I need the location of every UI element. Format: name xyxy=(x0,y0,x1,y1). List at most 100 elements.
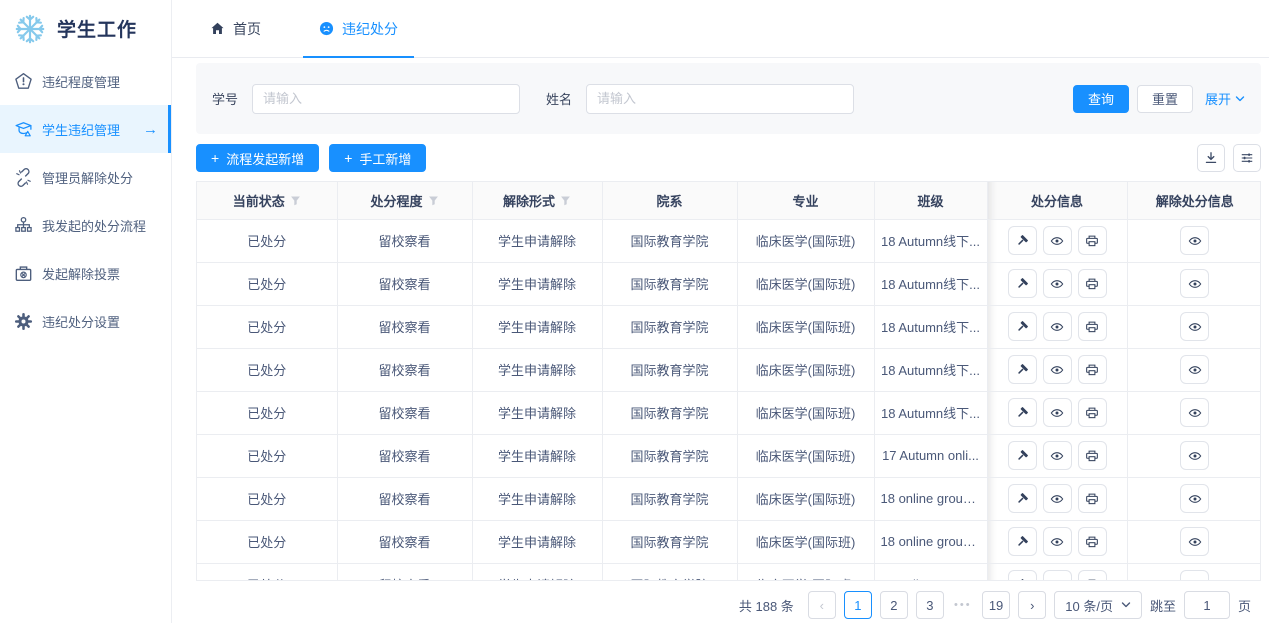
page-ellipsis[interactable]: ••• xyxy=(952,599,974,611)
cell-release-form: 学生申请解除 xyxy=(472,219,602,262)
punish-print-button[interactable] xyxy=(1078,226,1107,255)
next-page-button[interactable]: › xyxy=(1018,591,1046,619)
column-header-release-form[interactable]: 解除形式 xyxy=(472,182,602,219)
gavel-icon xyxy=(1015,578,1029,582)
printer-icon xyxy=(1085,234,1099,248)
cell-degree: 留校察看 xyxy=(337,520,472,563)
tab-home[interactable]: 首页 xyxy=(194,0,277,57)
sidebar-item-admin-release[interactable]: 管理员解除处分 xyxy=(0,153,171,201)
sidebar-item-label: 管理员解除处分 xyxy=(42,168,133,187)
cell-punish-actions xyxy=(987,219,1127,262)
column-header-class: 班级 xyxy=(874,182,987,219)
export-download-button[interactable] xyxy=(1197,144,1225,172)
gavel-icon xyxy=(1015,363,1029,377)
gavel-icon xyxy=(1015,277,1029,291)
student-id-input[interactable] xyxy=(252,84,520,114)
filter-funnel-icon[interactable] xyxy=(290,195,301,206)
printer-icon xyxy=(1085,492,1099,506)
table-row: 已处分 留校察看 学生申请解除 国际教育学院 临床医学(国际班) 18 Autu… xyxy=(197,262,1261,305)
sidebar-item-punishment-settings[interactable]: 违纪处分设置 xyxy=(0,297,171,345)
jump-page-input[interactable] xyxy=(1184,591,1230,619)
punish-view-button[interactable] xyxy=(1043,355,1072,384)
filter-funnel-icon[interactable] xyxy=(560,195,571,206)
manual-add-button[interactable]: + 手工新增 xyxy=(329,144,426,172)
gavel-icon xyxy=(1015,406,1029,420)
sidebar-item-violation-degree[interactable]: 违纪程度管理 xyxy=(0,57,171,105)
cell-status: 已处分 xyxy=(197,348,337,391)
punish-print-button[interactable] xyxy=(1078,527,1107,556)
violation-face-icon xyxy=(319,21,334,36)
column-label: 当前状态 xyxy=(233,191,285,210)
punish-view-button[interactable] xyxy=(1043,484,1072,513)
column-settings-button[interactable] xyxy=(1233,144,1261,172)
punish-gavel-button[interactable] xyxy=(1008,355,1037,384)
punish-view-button[interactable] xyxy=(1043,312,1072,341)
cell-class: 18 online group 1 xyxy=(874,563,987,581)
cell-class: 18 Autumn线下... xyxy=(874,262,987,305)
prev-page-button[interactable]: ‹ xyxy=(808,591,836,619)
punish-print-button[interactable] xyxy=(1078,484,1107,513)
column-header-degree[interactable]: 处分程度 xyxy=(337,182,472,219)
release-view-button[interactable] xyxy=(1180,527,1209,556)
search-button[interactable]: 查询 xyxy=(1073,85,1129,113)
punish-print-button[interactable] xyxy=(1078,269,1107,298)
release-view-button[interactable] xyxy=(1180,312,1209,341)
page-button-2[interactable]: 2 xyxy=(880,591,908,619)
page-button-19[interactable]: 19 xyxy=(982,591,1010,619)
cell-release-actions xyxy=(1127,219,1261,262)
flow-add-button[interactable]: + 流程发起新增 xyxy=(196,144,319,172)
release-view-button[interactable] xyxy=(1180,269,1209,298)
punish-gavel-button[interactable] xyxy=(1008,570,1037,581)
release-view-button[interactable] xyxy=(1180,484,1209,513)
punish-view-button[interactable] xyxy=(1043,570,1072,581)
sidebar-item-label: 我发起的处分流程 xyxy=(42,216,146,235)
punish-print-button[interactable] xyxy=(1078,441,1107,470)
punish-gavel-button[interactable] xyxy=(1008,312,1037,341)
table-header-row: 当前状态 处分程度 解除形式 院系 xyxy=(197,182,1261,219)
sidebar-item-my-flows[interactable]: 我发起的处分流程 xyxy=(0,201,171,249)
page-button-3[interactable]: 3 xyxy=(916,591,944,619)
cell-punish-actions xyxy=(987,434,1127,477)
punish-view-button[interactable] xyxy=(1043,527,1072,556)
punish-print-button[interactable] xyxy=(1078,570,1107,581)
punish-view-button[interactable] xyxy=(1043,441,1072,470)
reset-button[interactable]: 重置 xyxy=(1137,85,1193,113)
release-view-button[interactable] xyxy=(1180,441,1209,470)
punish-gavel-button[interactable] xyxy=(1008,226,1037,255)
cell-department: 国际教育学院 xyxy=(602,520,737,563)
jump-to-label: 跳至 xyxy=(1150,596,1176,615)
sidebar-item-release-vote[interactable]: 发起解除投票 xyxy=(0,249,171,297)
filter-funnel-icon[interactable] xyxy=(428,195,439,206)
punish-print-button[interactable] xyxy=(1078,398,1107,427)
punish-print-button[interactable] xyxy=(1078,355,1107,384)
sidebar-item-label: 学生违纪管理 xyxy=(42,120,120,139)
cell-major: 临床医学(国际班) xyxy=(737,305,874,348)
punish-view-button[interactable] xyxy=(1043,226,1072,255)
name-input[interactable] xyxy=(586,84,854,114)
release-view-button[interactable] xyxy=(1180,570,1209,581)
expand-toggle[interactable]: 展开 xyxy=(1205,89,1245,108)
page-button-1[interactable]: 1 xyxy=(844,591,872,619)
punish-print-button[interactable] xyxy=(1078,312,1107,341)
cell-major: 临床医学(国际班) xyxy=(737,434,874,477)
punish-gavel-button[interactable] xyxy=(1008,527,1037,556)
punish-view-button[interactable] xyxy=(1043,398,1072,427)
sidebar-item-student-violation[interactable]: 学生违纪管理 → xyxy=(0,105,171,153)
punish-gavel-button[interactable] xyxy=(1008,484,1037,513)
column-label: 解除形式 xyxy=(503,191,555,210)
column-header-status[interactable]: 当前状态 xyxy=(197,182,337,219)
release-view-button[interactable] xyxy=(1180,398,1209,427)
punish-gavel-button[interactable] xyxy=(1008,269,1037,298)
tab-violation-punishment[interactable]: 违纪处分 xyxy=(303,0,414,57)
release-view-button[interactable] xyxy=(1180,226,1209,255)
page-size-select[interactable]: 10 条/页 xyxy=(1054,591,1142,619)
punish-gavel-button[interactable] xyxy=(1008,441,1037,470)
cell-class: 18 Autumn线下... xyxy=(874,391,987,434)
cell-degree: 留校察看 xyxy=(337,262,472,305)
student-id-label: 学号 xyxy=(212,89,238,108)
punish-gavel-button[interactable] xyxy=(1008,398,1037,427)
release-view-button[interactable] xyxy=(1180,355,1209,384)
eye-icon xyxy=(1050,406,1064,420)
punish-view-button[interactable] xyxy=(1043,269,1072,298)
tab-bar: 首页 违纪处分 xyxy=(172,0,1269,58)
